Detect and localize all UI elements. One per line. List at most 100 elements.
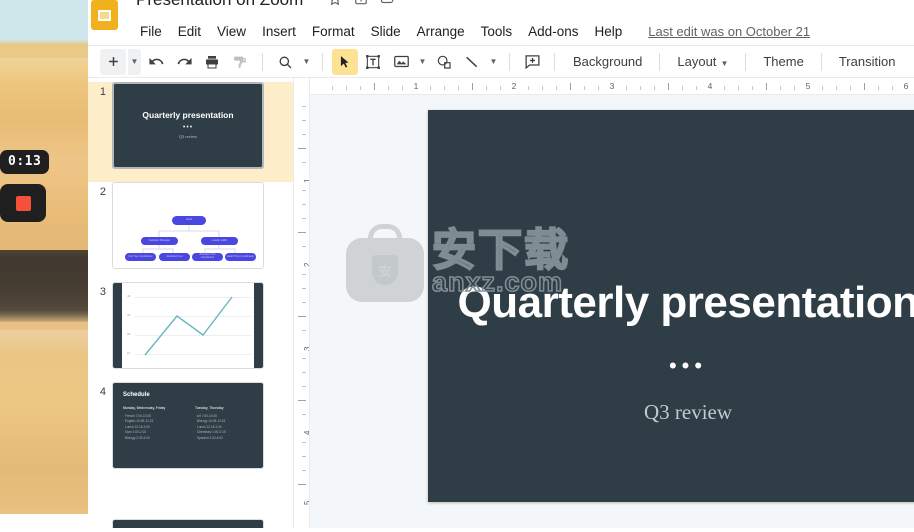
title-bar: Presentation on Zoom	[88, 0, 914, 30]
redo-button[interactable]	[171, 49, 197, 75]
thumb1-background: Quarterly presentation ••• Q3 review	[114, 84, 262, 167]
print-button[interactable]	[199, 49, 225, 75]
dune-ridge-lower	[0, 330, 88, 356]
paint-format-button[interactable]	[227, 49, 253, 75]
new-slide-button[interactable]	[100, 48, 126, 75]
toolbar-divider-7	[820, 52, 822, 71]
thumbnail-number-3: 3	[99, 286, 106, 298]
thumb1-title: Quarterly presentation	[142, 110, 234, 120]
stop-square-icon	[15, 195, 31, 211]
slide-title-text[interactable]: Quarterly presentation	[428, 278, 914, 328]
vruler-label-5: 5	[303, 501, 310, 505]
last-edit-link[interactable]: Last edit was on October 21	[648, 24, 810, 39]
image-dropdown-icon[interactable]: ▼	[416, 49, 429, 75]
slide-editor-canvas[interactable]: 1 2 3 4 5 6 Quarterly presentation ••• Q…	[310, 78, 914, 528]
menu-edit[interactable]: Edit	[170, 24, 209, 39]
dune-ridge-upper	[0, 58, 88, 86]
toolbar: ▼ ▼ ▼ ▼ Background Layout ▼ Theme Transi…	[88, 46, 914, 78]
move-to-folder-icon[interactable]	[354, 0, 368, 6]
menu-format[interactable]: Format	[304, 24, 363, 39]
transition-button[interactable]: Transition	[830, 50, 905, 73]
thumbnail-canvas-4[interactable]: Schedule Monday, Wednesday, Friday Frenc…	[112, 382, 264, 469]
org-node-leaf-3: Assistant Two Coordinator	[192, 253, 223, 261]
thumbnail-slide-3[interactable]: 3 40 30 20 10	[88, 282, 293, 382]
menu-insert[interactable]: Insert	[254, 24, 304, 39]
chart-line-path	[144, 296, 233, 356]
thumb4-background: Schedule Monday, Wednesday, Friday Frenc…	[113, 383, 263, 468]
new-slide-dropdown-icon[interactable]: ▼	[128, 48, 141, 75]
zoom-button[interactable]	[272, 49, 298, 75]
org-node-leaf-1: Unit Two Coordinator	[125, 253, 156, 261]
layout-caret-icon: ▼	[720, 59, 729, 68]
star-icon[interactable]	[328, 0, 342, 6]
thumbnail-slide-5-partial[interactable]	[112, 519, 264, 528]
vruler-label-4: 4	[303, 431, 310, 435]
schedule-col2-header: Tuesday, Thursday	[195, 406, 224, 410]
org-node-leaf-2: Assistant Four	[159, 253, 190, 261]
vruler-label-2: 2	[303, 263, 310, 267]
hruler-label-1: 1	[413, 81, 419, 91]
thumb2-background: Head Assistant Manager Leader staffs Uni…	[113, 183, 263, 268]
thumbnail-canvas-3[interactable]: 40 30 20 10	[112, 282, 264, 369]
thumbnail-number-4: 4	[99, 386, 106, 398]
hruler-label-2: 2	[511, 81, 517, 91]
menu-arrange[interactable]: Arrange	[409, 24, 473, 39]
org-node-root: Head	[172, 216, 206, 225]
layout-button[interactable]: Layout ▼	[668, 50, 737, 73]
thumbnail-canvas-2[interactable]: Head Assistant Manager Leader staffs Uni…	[112, 182, 264, 269]
background-button[interactable]: Background	[564, 50, 651, 73]
menu-view[interactable]: View	[209, 24, 254, 39]
toolbar-divider-3	[509, 52, 510, 71]
menu-bar: File Edit View Insert Format Slide Arran…	[88, 22, 914, 46]
schedule-title: Schedule	[123, 392, 150, 398]
active-slide[interactable]: Quarterly presentation ••• Q3 review	[428, 110, 914, 502]
menu-tools[interactable]: Tools	[473, 24, 521, 39]
menu-help[interactable]: Help	[586, 24, 630, 39]
thumbnail-slide-2[interactable]: 2 Head Assistant Manager Leader staffs U…	[88, 182, 293, 282]
org-node-leaf-4: Health Two Coordinator	[225, 253, 256, 261]
schedule-col1-header: Monday, Wednesday, Friday	[123, 406, 166, 410]
schedule-column-2: Tuesday, Thursday Art 7:00-10:30 Biology…	[195, 406, 259, 442]
document-title[interactable]: Presentation on Zoom	[136, 0, 303, 10]
schedule-col2-row-5: Spanish 2:30-4:00	[195, 436, 259, 442]
google-slides-logo[interactable]	[91, 0, 118, 30]
select-tool-button[interactable]	[332, 48, 358, 75]
hruler-label-3: 3	[609, 81, 615, 91]
shape-button[interactable]	[431, 49, 457, 75]
thumb3-background: 40 30 20 10	[113, 283, 263, 368]
menu-slide[interactable]: Slide	[363, 24, 409, 39]
vertical-ruler: 1 2 3 4	[293, 78, 310, 528]
thumbnail-canvas-1[interactable]: Quarterly presentation ••• Q3 review	[112, 82, 264, 169]
thumb1-subtitle: Q3 review	[178, 134, 198, 139]
thumb1-dots: •••	[182, 124, 194, 131]
slides-logo-inner	[98, 9, 111, 21]
stop-recording-button[interactable]	[0, 184, 46, 222]
title-action-icons	[328, 0, 394, 6]
google-slides-window: Presentation on Zoom File Edit View Inse…	[88, 0, 914, 532]
thumbnail-slide-4[interactable]: 4 Schedule Monday, Wednesday, Friday Fre…	[88, 382, 293, 482]
add-comment-button[interactable]	[519, 49, 545, 75]
undo-button[interactable]	[143, 49, 169, 75]
desktop-wallpaper	[0, 0, 88, 514]
recording-timer: 0:13	[0, 150, 50, 174]
zoom-dropdown-icon[interactable]: ▼	[300, 49, 313, 75]
cloud-status-icon[interactable]	[380, 0, 394, 6]
org-node-left: Assistant Manager	[141, 237, 178, 245]
insert-image-button[interactable]	[388, 49, 414, 75]
toolbar-divider-1	[262, 52, 263, 71]
line-dropdown-icon[interactable]: ▼	[487, 49, 500, 75]
line-button[interactable]	[459, 49, 485, 75]
menu-file[interactable]: File	[132, 24, 170, 39]
text-box-button[interactable]	[360, 49, 386, 75]
org-node-right: Leader staffs	[201, 237, 238, 245]
hruler-label-6: 6	[903, 81, 909, 91]
theme-button[interactable]: Theme	[754, 50, 812, 73]
toolbar-divider-5	[659, 52, 661, 71]
slide-subtitle-text[interactable]: Q3 review	[428, 400, 914, 425]
vruler-label-3: 3	[303, 347, 310, 351]
toolbar-divider-4	[554, 52, 555, 71]
thumbnail-number-1: 1	[99, 86, 106, 98]
menu-addons[interactable]: Add-ons	[520, 24, 586, 39]
slide-filmstrip[interactable]: 1 Quarterly presentation ••• Q3 review 2	[88, 78, 293, 528]
thumbnail-slide-1[interactable]: 1 Quarterly presentation ••• Q3 review	[88, 82, 293, 182]
